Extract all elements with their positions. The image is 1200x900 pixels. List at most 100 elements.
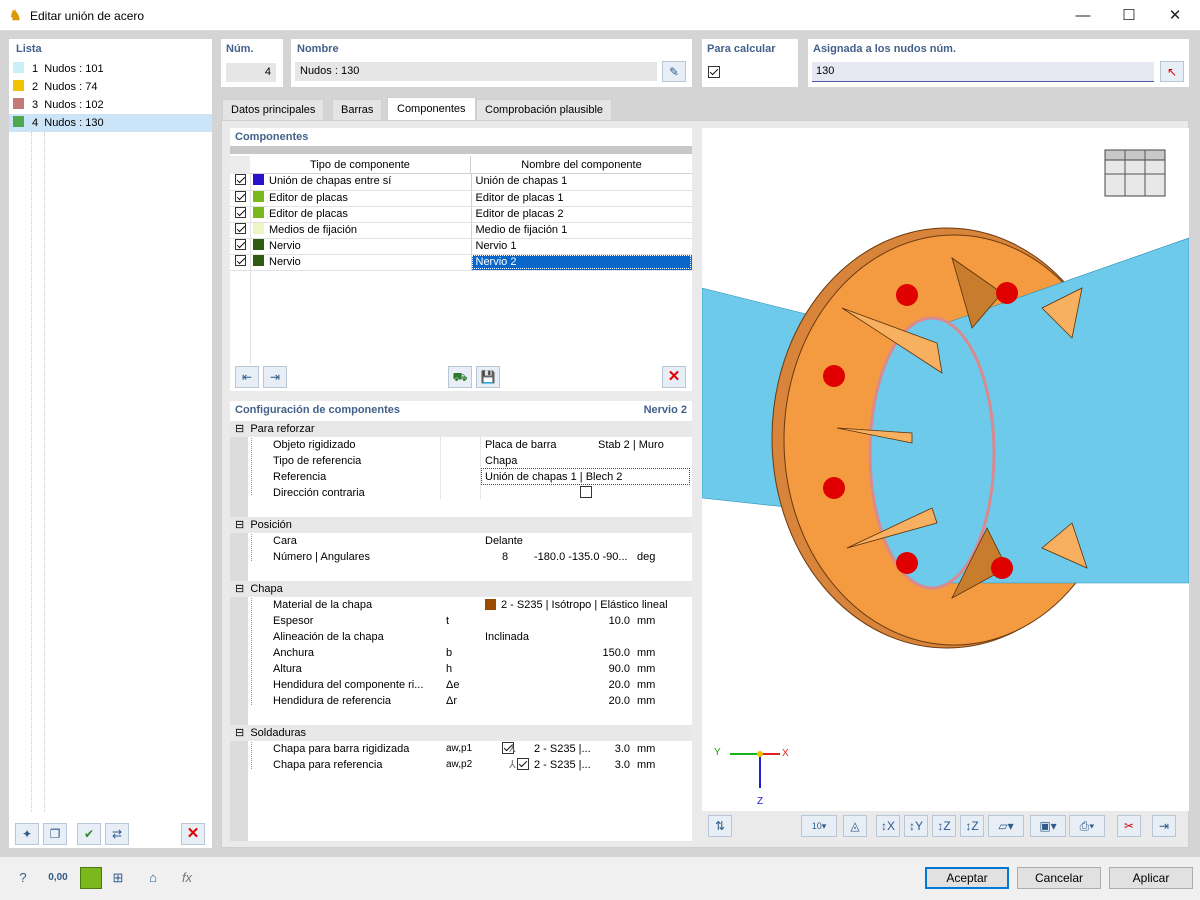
edit-name-icon[interactable]: ✎ <box>662 61 686 82</box>
prop-value[interactable]: 3.0 <box>598 757 630 773</box>
delete-component-icon[interactable]: ✕ <box>662 366 686 388</box>
iso-view-icon[interactable]: ▣▾ <box>1030 815 1066 837</box>
view-settings-icon[interactable]: ⇅ <box>708 815 732 837</box>
check-all-icon[interactable]: ✔ <box>77 823 101 845</box>
table-icon[interactable]: ⊞ <box>105 866 131 890</box>
weld-type-icon[interactable]: ⅄ <box>509 741 516 757</box>
reset-view-icon[interactable]: ✂ <box>1117 815 1141 837</box>
print-icon[interactable]: ⎙▾ <box>1069 815 1105 837</box>
row-checkbox[interactable] <box>234 206 246 218</box>
move-up-icon[interactable]: ⇤ <box>235 366 259 388</box>
prop-symbol: h <box>446 663 453 675</box>
help-icon[interactable]: ? <box>10 866 36 890</box>
units-icon[interactable]: 0,00 <box>45 866 71 890</box>
row-checkbox[interactable] <box>234 238 246 250</box>
prop-value[interactable]: 20.0 <box>590 693 630 709</box>
row-checkbox[interactable] <box>234 222 246 234</box>
table-row[interactable]: Medios de fijación Medio de fijación 1 <box>230 222 692 239</box>
view-x-icon[interactable]: ↕X <box>876 815 900 837</box>
table-row[interactable]: Editor de placas Editor de placas 1 <box>230 190 692 207</box>
color-swatch <box>253 174 264 186</box>
tab-comprobacion[interactable]: Comprobación plausible <box>476 99 613 120</box>
delete-item-icon[interactable]: ✕ <box>181 823 205 845</box>
prop-value[interactable]: 2 - S235 | Isótropo | Elástico lineal <box>501 597 668 613</box>
display-icon[interactable]: ⌂ <box>140 866 166 890</box>
tab-barras[interactable]: Barras <box>332 99 383 120</box>
axis-y-label: Y <box>714 747 721 758</box>
save-component-icon[interactable]: 💾 <box>476 366 500 388</box>
group-para-reforzar[interactable]: ⊟ Para reforzar <box>230 421 692 437</box>
unit-label: mm <box>637 695 656 707</box>
move-down-icon[interactable]: ⇥ <box>263 366 287 388</box>
table-row[interactable]: Editor de placas Editor de placas 2 <box>230 206 692 223</box>
weld-type-icon[interactable]: ⅄ <box>509 757 516 773</box>
prop-value[interactable]: Stab 2 | Muro <box>598 437 664 453</box>
panel-toggle-icon[interactable]: ⇥ <box>1152 815 1176 837</box>
weld2-checkbox[interactable] <box>517 758 530 770</box>
prop-value[interactable]: 90.0 <box>590 661 630 677</box>
render-mode-icon[interactable]: ▱▾ <box>988 815 1024 837</box>
prop-value[interactable]: Chapa <box>485 453 517 469</box>
prop-value[interactable]: Placa de barra <box>485 437 557 453</box>
prop-symbol: aw,p1 <box>446 743 473 754</box>
prop-symbol: aw,p2 <box>446 759 473 770</box>
row-checkbox[interactable] <box>234 174 246 186</box>
calc-checkbox[interactable] <box>708 66 720 78</box>
table-row-selected[interactable]: Nervio Nervio 2 <box>230 254 692 271</box>
row-checkbox[interactable] <box>234 254 246 266</box>
group-posicion[interactable]: ⊟ Posición <box>230 517 692 533</box>
prop-label: Material de la chapa <box>273 599 373 611</box>
material-swatch <box>485 599 496 610</box>
list-item[interactable]: 1 Nudos : 101 <box>9 60 212 78</box>
new-item-icon[interactable]: ✦ <box>15 823 39 845</box>
ok-button[interactable]: Aceptar <box>925 867 1009 889</box>
table-row[interactable]: Unión de chapas entre sí Unión de chapas … <box>230 174 692 191</box>
prop-symbol: t <box>446 615 450 627</box>
list-item-selected[interactable]: 4 Nudos : 130 <box>9 114 212 132</box>
apply-button[interactable]: Aplicar <box>1109 867 1193 889</box>
title-bar: ♞ Editar unión de acero — ☐ ✕ <box>0 0 1200 31</box>
list-item[interactable]: 2 Nudos : 74 <box>9 78 212 96</box>
unit-label: mm <box>637 615 656 627</box>
row-checkbox[interactable] <box>234 190 246 202</box>
prop-label: Referencia <box>273 471 327 483</box>
view-z-icon[interactable]: ↕Z <box>932 815 956 837</box>
maximize-button[interactable]: ☐ <box>1106 0 1152 31</box>
cancel-button[interactable]: Cancelar <box>1017 867 1101 889</box>
pick-node-icon[interactable]: ↖ <box>1160 61 1184 82</box>
prop-value[interactable]: 20.0 <box>590 677 630 693</box>
group-chapa[interactable]: ⊟ Chapa <box>230 581 692 597</box>
copy-item-icon[interactable]: ❐ <box>43 823 67 845</box>
assigned-input[interactable]: 130 <box>812 62 1154 82</box>
3d-view[interactable]: Y X Z <box>702 128 1189 811</box>
group-soldaduras[interactable]: ⊟ Soldaduras <box>230 725 692 741</box>
visibility-icon[interactable]: ◬ <box>843 815 867 837</box>
import-component-icon[interactable]: ⛟ <box>448 366 472 388</box>
color-swatch <box>253 222 264 234</box>
prop-value[interactable]: 10.0 <box>590 613 630 629</box>
color-icon[interactable] <box>80 867 102 889</box>
close-button[interactable]: ✕ <box>1152 0 1198 31</box>
zoom-scale-icon[interactable]: 10▾ <box>801 815 837 837</box>
view-minus-z-icon[interactable]: ↕Z <box>960 815 984 837</box>
formula-icon[interactable]: fx <box>174 866 200 890</box>
prop-label: Número | Angulares <box>273 551 371 563</box>
prop-value[interactable]: 2 - S235 |... <box>534 757 591 773</box>
row-header-divider <box>250 174 251 364</box>
tab-componentes[interactable]: Componentes <box>387 97 476 120</box>
prop-value[interactable]: 8 <box>502 549 508 565</box>
minimize-button[interactable]: — <box>1060 0 1106 31</box>
prop-value[interactable]: 2 - S235 |... <box>534 741 591 757</box>
prop-value[interactable]: -180.0 -135.0 -90... <box>534 549 628 565</box>
prop-value[interactable]: Delante <box>485 533 523 549</box>
check-toggle-icon[interactable]: ⇄ <box>105 823 129 845</box>
table-row[interactable]: Nervio Nervio 1 <box>230 238 692 255</box>
prop-value[interactable]: 150.0 <box>590 645 630 661</box>
view-minus-y-icon[interactable]: ↕Y <box>904 815 928 837</box>
list-item[interactable]: 3 Nudos : 102 <box>9 96 212 114</box>
referencia-dropdown[interactable]: Unión de chapas 1 | Blech 2 <box>481 468 690 485</box>
tab-datos-principales[interactable]: Datos principales <box>222 99 325 120</box>
prop-value[interactable]: Inclinada <box>485 629 529 645</box>
prop-value[interactable]: 3.0 <box>598 741 630 757</box>
direccion-checkbox[interactable] <box>580 486 592 498</box>
